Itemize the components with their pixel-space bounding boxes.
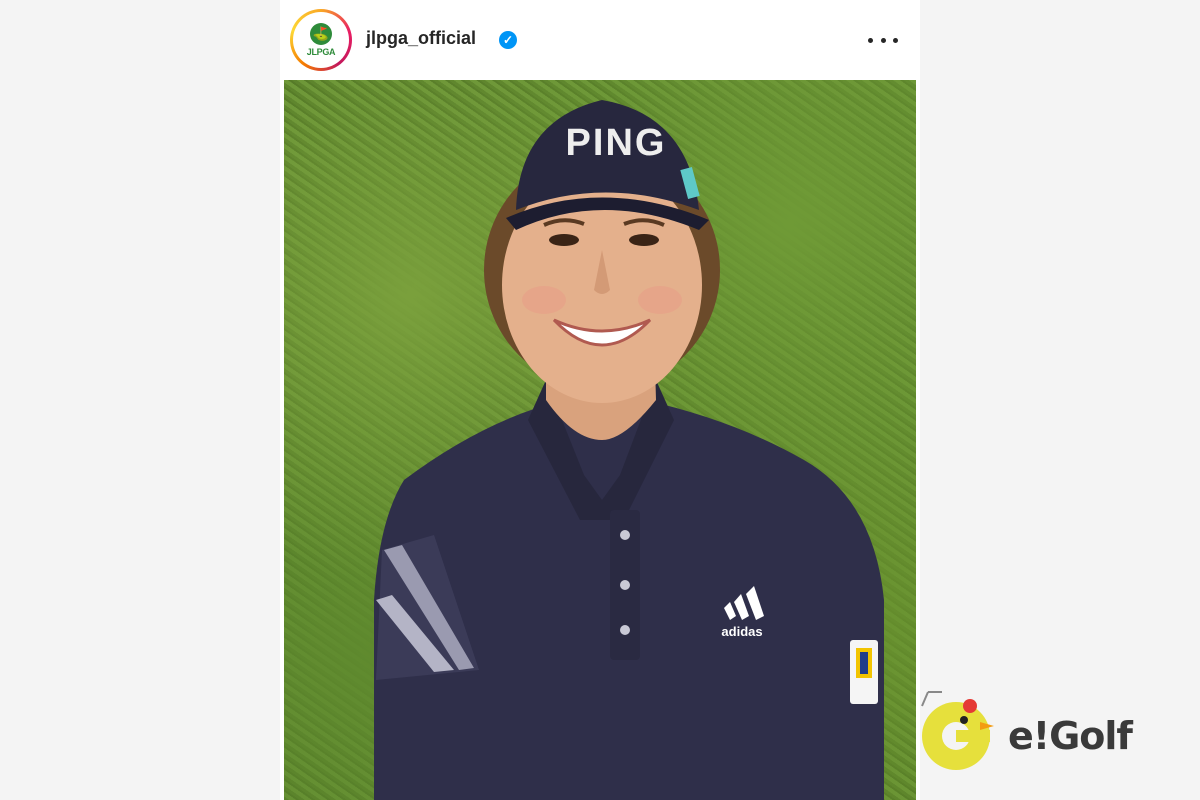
dot-icon bbox=[868, 37, 873, 43]
post-photo[interactable]: adidas PING bbox=[284, 80, 916, 800]
profile-avatar[interactable]: ⛳ JLPGA bbox=[290, 9, 352, 71]
jlpga-logo: ⛳ JLPGA bbox=[297, 16, 345, 64]
golfer-icon: ⛳ bbox=[310, 23, 332, 45]
egolf-mascot-icon bbox=[921, 691, 994, 770]
dot-icon bbox=[880, 37, 886, 43]
avatar-logo-text: JLPGA bbox=[306, 47, 336, 57]
egolf-watermark: e!Golf bbox=[914, 686, 1184, 776]
svg-text:PING: PING bbox=[566, 122, 667, 164]
more-options-button[interactable] bbox=[868, 26, 898, 54]
username-link[interactable]: jlpga_official bbox=[366, 28, 476, 49]
brand-name: e!Golf bbox=[1008, 714, 1133, 758]
dot-icon bbox=[893, 37, 898, 43]
golfer-portrait: adidas PING bbox=[374, 100, 884, 800]
svg-text:adidas: adidas bbox=[721, 624, 762, 639]
post-header: ⛳ JLPGA jlpga_official ✓ bbox=[280, 0, 920, 80]
instagram-post: ⛳ JLPGA jlpga_official ✓ adidas PING bbox=[280, 0, 920, 800]
verified-badge-icon: ✓ bbox=[499, 31, 517, 49]
avatar-ring-inner: ⛳ JLPGA bbox=[293, 12, 349, 68]
